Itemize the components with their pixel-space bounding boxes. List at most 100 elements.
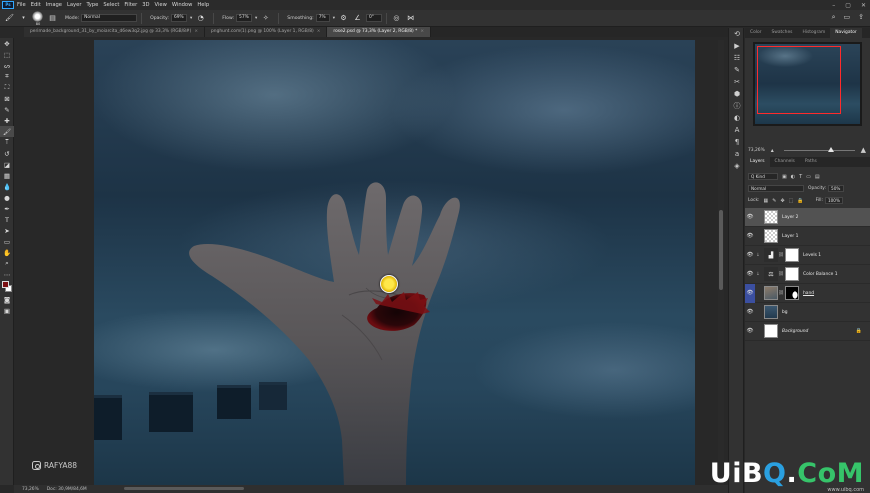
screen-mode-icon[interactable]: ▣ [0,305,14,316]
status-zoom[interactable]: 73,26% [22,487,39,492]
angle-field[interactable]: 0° [365,14,382,22]
info-icon[interactable]: ⓘ [729,100,745,112]
eye-icon[interactable]: 👁 [745,214,755,220]
tab-paths[interactable]: Paths [800,157,822,167]
filter-type-icon[interactable]: T [799,174,802,180]
history-brush-icon[interactable]: ↺ [0,148,14,159]
gradient-tool-icon[interactable]: ▦ [0,170,14,181]
history-icon[interactable]: ⟲ [729,28,745,40]
tab-navigator[interactable]: Navigator [830,28,862,38]
chevron-down-icon[interactable]: ▾ [255,16,257,21]
menu-file[interactable]: File [17,0,26,10]
color-swatches[interactable] [0,280,14,294]
menu-3d[interactable]: 3D [142,0,149,10]
menu-layer[interactable]: Layer [67,0,81,10]
artboard-tool-icon[interactable]: ⬚ [0,49,14,60]
menu-image[interactable]: Image [46,0,62,10]
tab-document[interactable]: pnghunt.com(1).png @ 100% (Layer 1, RGB/… [205,27,328,37]
more-tools-icon[interactable]: ⋯ [0,269,14,280]
eye-icon[interactable]: 👁 [745,271,755,277]
layer-name[interactable]: Layer 1 [782,234,798,239]
angle-icon[interactable]: ∠ [352,13,363,24]
tab-layers[interactable]: Layers [745,157,770,167]
styles-icon[interactable]: ◈ [729,160,745,172]
layer-name[interactable]: hand [803,291,814,296]
clone-stamp-icon[interactable]: ⍑ [0,137,14,148]
filter-adjust-icon[interactable]: ◐ [791,174,795,180]
menu-select[interactable]: Select [103,0,119,10]
layer-name[interactable]: Levels 1 [803,253,821,258]
layer-name[interactable]: Layer 2 [782,215,798,220]
move-tool-icon[interactable]: ✥ [0,38,14,49]
brush-panel-icon[interactable]: ✎ [729,64,745,76]
zoom-in-icon[interactable]: ▲ [861,146,866,154]
eye-icon[interactable]: 👁 [745,309,755,315]
eye-icon[interactable]: 👁 [745,233,755,239]
zoom-tool-icon[interactable]: ⌕ [0,258,14,269]
tab-document-active[interactable]: rose2.psd @ 73,3% (Layer 2, RGB/8) * × [327,27,432,37]
adjust-icon[interactable]: ☷ [729,52,745,64]
tab-histogram[interactable]: Histogram [797,28,830,38]
chain-icon[interactable]: ⛓ [778,272,784,277]
document-canvas[interactable] [94,40,695,485]
lock-all-icon[interactable]: 🔒 [797,198,803,204]
layer-name[interactable]: bg [782,310,788,315]
tab-document[interactable]: perimade_background_31_by_moiarcita_d6ew… [24,27,206,37]
brush-tool-icon[interactable]: 🖌 [0,126,14,137]
layer-kind-filter[interactable]: Q Kind [748,173,778,180]
swatch-icon[interactable]: ◐ [729,112,745,124]
pressure-opacity-icon[interactable]: ◔ [195,13,206,24]
layer-row-levels[interactable]: 👁 ↓ ▟ ⛓ Levels 1 [745,246,870,265]
lock-icon[interactable]: 🔒 [856,328,862,334]
zoom-out-icon[interactable]: ▴ [771,147,774,154]
navigator-preview[interactable] [753,42,862,126]
chain-icon[interactable]: ⛓ [778,291,784,296]
close-icon[interactable]: ✕ [861,2,866,9]
lock-paint-icon[interactable]: ✎ [772,198,776,204]
foreground-color-chip[interactable] [2,281,9,288]
play-icon[interactable]: ▶ [729,40,745,52]
search-icon[interactable]: ⌕ [832,13,836,22]
layer-opacity-field[interactable]: 50% [828,185,845,192]
eraser-icon[interactable]: ◪ [0,159,14,170]
layer-name[interactable]: Color Balance 1 [803,272,838,277]
filter-shape-icon[interactable]: ▭ [806,174,811,180]
crop-tool-icon[interactable]: ⛶ [0,82,14,93]
frame-tool-icon[interactable]: ⊠ [0,93,14,104]
eye-icon[interactable]: 👁 [745,252,755,258]
fill-field[interactable]: 100% [824,197,843,204]
layer-mask-thumbnail[interactable] [785,267,799,281]
menu-window[interactable]: Window [172,0,192,10]
layer-mask-thumbnail[interactable] [785,286,799,300]
close-tab-icon[interactable]: × [317,29,321,34]
zoom-slider-knob[interactable] [827,146,834,152]
eyedropper-icon[interactable]: ✎ [0,104,14,115]
pen-tool-icon[interactable]: ✒ [0,203,14,214]
eye-icon[interactable]: 👁 [745,328,755,334]
tab-color[interactable]: Color [745,28,766,38]
lock-position-icon[interactable]: ✥ [780,198,784,204]
cube-icon[interactable]: ⬢ [729,88,745,100]
brush-preset-picker[interactable]: 80 [32,10,44,26]
close-tab-icon[interactable]: × [194,29,198,34]
canvas-area[interactable]: RAFYA88 [14,38,728,485]
tab-channels[interactable]: Channels [770,157,800,167]
menu-edit[interactable]: Edit [31,0,41,10]
type-tool-icon[interactable]: T [0,214,14,225]
eye-icon[interactable]: 👁 [745,283,755,303]
path-select-icon[interactable]: ➤ [0,225,14,236]
zoom-slider[interactable] [783,146,855,152]
character-icon[interactable]: A [729,124,745,136]
lock-artboard-icon[interactable]: ⬚ [789,198,794,204]
photoshop-logo[interactable]: Ps [2,1,14,9]
menu-filter[interactable]: Filter [124,0,137,10]
chevron-down-icon[interactable]: ▾ [18,13,29,24]
chevron-down-icon[interactable]: ▾ [190,16,192,21]
layer-row-hand[interactable]: 👁 ⛓ hand [745,283,870,303]
layer-row-layer-2[interactable]: 👁 Layer 2 [745,208,870,227]
layer-row-background[interactable]: 👁 Background 🔒 [745,322,870,341]
tab-swatches[interactable]: Swatches [766,28,797,38]
chevron-down-icon[interactable]: ▾ [333,16,335,21]
hand-tool-icon[interactable]: ✋ [0,247,14,258]
blur-tool-icon[interactable]: 💧 [0,181,14,192]
